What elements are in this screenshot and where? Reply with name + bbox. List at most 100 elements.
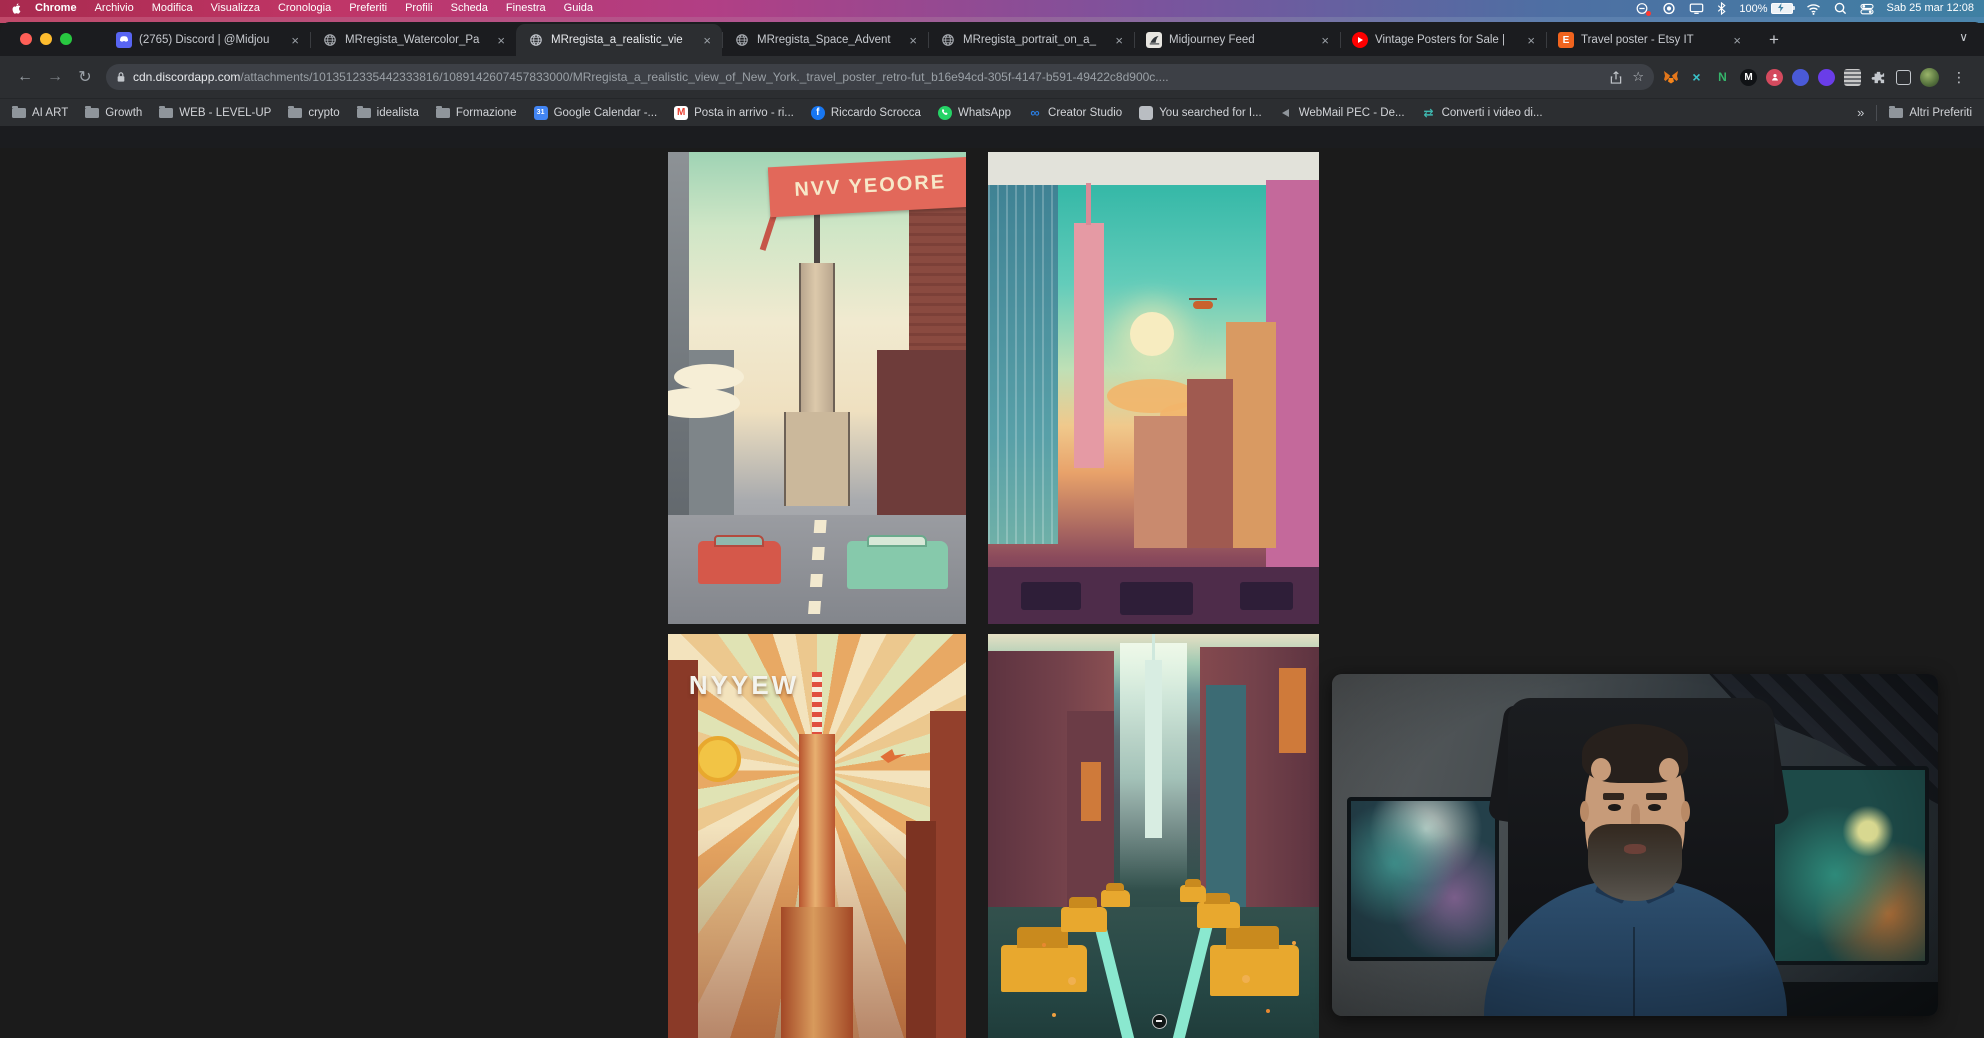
menu-finestra[interactable]: Finestra: [497, 0, 555, 17]
url-host: cdn.discordapp.com: [133, 70, 240, 84]
extensions-puzzle-icon[interactable]: [1870, 69, 1887, 86]
globe-favicon: [940, 32, 956, 48]
lock-icon[interactable]: [116, 71, 126, 84]
macos-menu-bar: Chrome Archivio Modifica Visualizza Cron…: [0, 0, 1984, 17]
minimize-window-button[interactable]: [40, 33, 52, 45]
bookmark-google-calendar[interactable]: 31Google Calendar -...: [534, 106, 658, 120]
record-button-icon[interactable]: [1662, 2, 1676, 15]
bookmark-you-searched[interactable]: You searched for I...: [1139, 106, 1262, 120]
close-window-button[interactable]: [20, 33, 32, 45]
tab-close-icon[interactable]: ×: [906, 33, 920, 48]
extension-blue-icon[interactable]: [1792, 69, 1809, 86]
window-square-icon[interactable]: [1896, 70, 1911, 85]
display-icon[interactable]: [1689, 2, 1704, 15]
bookmark-folder-ai-art[interactable]: AI ART: [12, 107, 68, 119]
bookmark-folder-web-level-up[interactable]: WEB - LEVEL-UP: [159, 107, 271, 119]
menu-archivio[interactable]: Archivio: [86, 0, 143, 17]
bookmark-star-icon[interactable]: ☆: [1632, 69, 1644, 85]
screen-recording-icon[interactable]: [1635, 2, 1649, 15]
menu-modifica[interactable]: Modifica: [143, 0, 202, 17]
tabs: (2765) Discord | @Midjou × MRregista_Wat…: [104, 24, 1788, 56]
whatsapp-icon: [938, 106, 952, 120]
webmail-icon: [1279, 106, 1293, 120]
bookmarks-overflow-chevron[interactable]: »: [1857, 105, 1864, 120]
extensions-row: × N M ⋮: [1662, 68, 1974, 87]
tab-close-icon[interactable]: ×: [700, 33, 714, 48]
youtube-favicon: [1352, 32, 1368, 48]
bookmark-folder-idealista[interactable]: idealista: [357, 107, 419, 119]
extension-x-icon[interactable]: ×: [1688, 69, 1705, 86]
bookmark-webmail-pec[interactable]: WebMail PEC - De...: [1279, 106, 1405, 120]
folder-icon: [85, 108, 99, 118]
tab-discord[interactable]: (2765) Discord | @Midjou ×: [104, 24, 310, 56]
battery-status[interactable]: 100%: [1739, 3, 1792, 15]
bookmark-label: Riccardo Scrocca: [831, 107, 921, 119]
tab-close-icon[interactable]: ×: [1112, 33, 1126, 48]
building-silhouette: [668, 660, 698, 1038]
tab-search-chevron-icon[interactable]: ∨: [1959, 30, 1968, 44]
bookmarks-bar: AI ART Growth WEB - LEVEL-UP crypto idea…: [0, 98, 1984, 126]
folder-icon: [1889, 108, 1903, 118]
menu-visualizza[interactable]: Visualizza: [202, 0, 269, 17]
bookmark-video-converter[interactable]: ⇄Converti i video di...: [1422, 106, 1543, 120]
menu-cronologia[interactable]: Cronologia: [269, 0, 340, 17]
menu-scheda[interactable]: Scheda: [442, 0, 497, 17]
extension-n-icon[interactable]: N: [1714, 69, 1731, 86]
bookmark-gmail-inbox[interactable]: MPosta in arrivo - ri...: [674, 106, 794, 120]
tab-etsy[interactable]: E Travel poster - Etsy IT ×: [1546, 24, 1752, 56]
poster-top-left[interactable]: NVV YEOORE: [668, 152, 966, 624]
vintage-car-mint: [847, 541, 948, 588]
menu-profili[interactable]: Profili: [396, 0, 442, 17]
control-center-icon[interactable]: [1860, 2, 1874, 15]
bookmark-creator-studio[interactable]: ∞Creator Studio: [1028, 106, 1122, 120]
menu-app-name[interactable]: Chrome: [26, 0, 86, 17]
tab-title: MRregista_portrait_on_a_: [963, 34, 1105, 46]
tab-watercolor[interactable]: MRregista_Watercolor_Pa ×: [310, 24, 516, 56]
zoom-window-button[interactable]: [60, 33, 72, 45]
reload-button[interactable]: ↻: [72, 64, 98, 90]
bookmark-folder-crypto[interactable]: crypto: [288, 107, 339, 119]
address-bar[interactable]: cdn.discordapp.com /attachments/10135123…: [106, 64, 1654, 90]
poster-bottom-left[interactable]: NYYEW: [668, 634, 966, 1038]
spotlight-search-icon[interactable]: [1834, 2, 1847, 15]
profile-avatar[interactable]: [1920, 68, 1939, 87]
tab-portrait[interactable]: MRregista_portrait_on_a_ ×: [928, 24, 1134, 56]
bookmark-label: AI ART: [32, 107, 68, 119]
empire-state-spire: [814, 211, 820, 268]
extension-red-icon[interactable]: [1766, 69, 1783, 86]
new-tab-button[interactable]: +: [1760, 24, 1788, 56]
tab-space-adventure[interactable]: MRregista_Space_Advent ×: [722, 24, 928, 56]
chrome-menu-icon[interactable]: ⋮: [1948, 69, 1970, 86]
bookmark-facebook-profile[interactable]: fRiccardo Scrocca: [811, 106, 921, 120]
poster-top-right[interactable]: [988, 152, 1319, 624]
bluetooth-icon[interactable]: [1717, 2, 1726, 15]
apple-logo-icon[interactable]: [10, 2, 22, 15]
wifi-icon[interactable]: [1806, 2, 1821, 15]
other-favorites-folder[interactable]: Altri Preferiti: [1889, 107, 1972, 119]
bookmark-folder-growth[interactable]: Growth: [85, 107, 142, 119]
bookmark-folder-formazione[interactable]: Formazione: [436, 107, 517, 119]
back-button[interactable]: ←: [12, 64, 38, 90]
tab-close-icon[interactable]: ×: [288, 33, 302, 48]
tab-close-icon[interactable]: ×: [1730, 33, 1744, 48]
tab-close-icon[interactable]: ×: [1318, 33, 1332, 48]
extension-purple-icon[interactable]: [1818, 69, 1835, 86]
share-icon[interactable]: [1610, 71, 1622, 84]
tab-midjourney-feed[interactable]: Midjourney Feed ×: [1134, 24, 1340, 56]
bookmark-whatsapp[interactable]: WhatsApp: [938, 106, 1011, 120]
extension-m-icon[interactable]: M: [1740, 69, 1757, 86]
extension-grid-icon[interactable]: [1844, 69, 1861, 86]
menu-preferiti[interactable]: Preferiti: [340, 0, 396, 17]
tab-realistic-view-active[interactable]: MRregista_a_realistic_vie ×: [516, 24, 722, 56]
menu-guida[interactable]: Guida: [555, 0, 602, 17]
tab-vintage-posters[interactable]: Vintage Posters for Sale | ×: [1340, 24, 1546, 56]
metamask-icon[interactable]: [1662, 69, 1679, 86]
bookmark-label: crypto: [308, 107, 339, 119]
forward-button[interactable]: →: [42, 64, 68, 90]
poster-bottom-right[interactable]: [988, 634, 1319, 1038]
browser-toolbar: ← → ↻ cdn.discordapp.com /attachments/10…: [0, 56, 1984, 98]
tab-close-icon[interactable]: ×: [1524, 33, 1538, 48]
tab-close-icon[interactable]: ×: [494, 33, 508, 48]
menu-bar-clock[interactable]: Sab 25 mar 12:08: [1887, 0, 1974, 17]
sun: [1130, 312, 1174, 356]
